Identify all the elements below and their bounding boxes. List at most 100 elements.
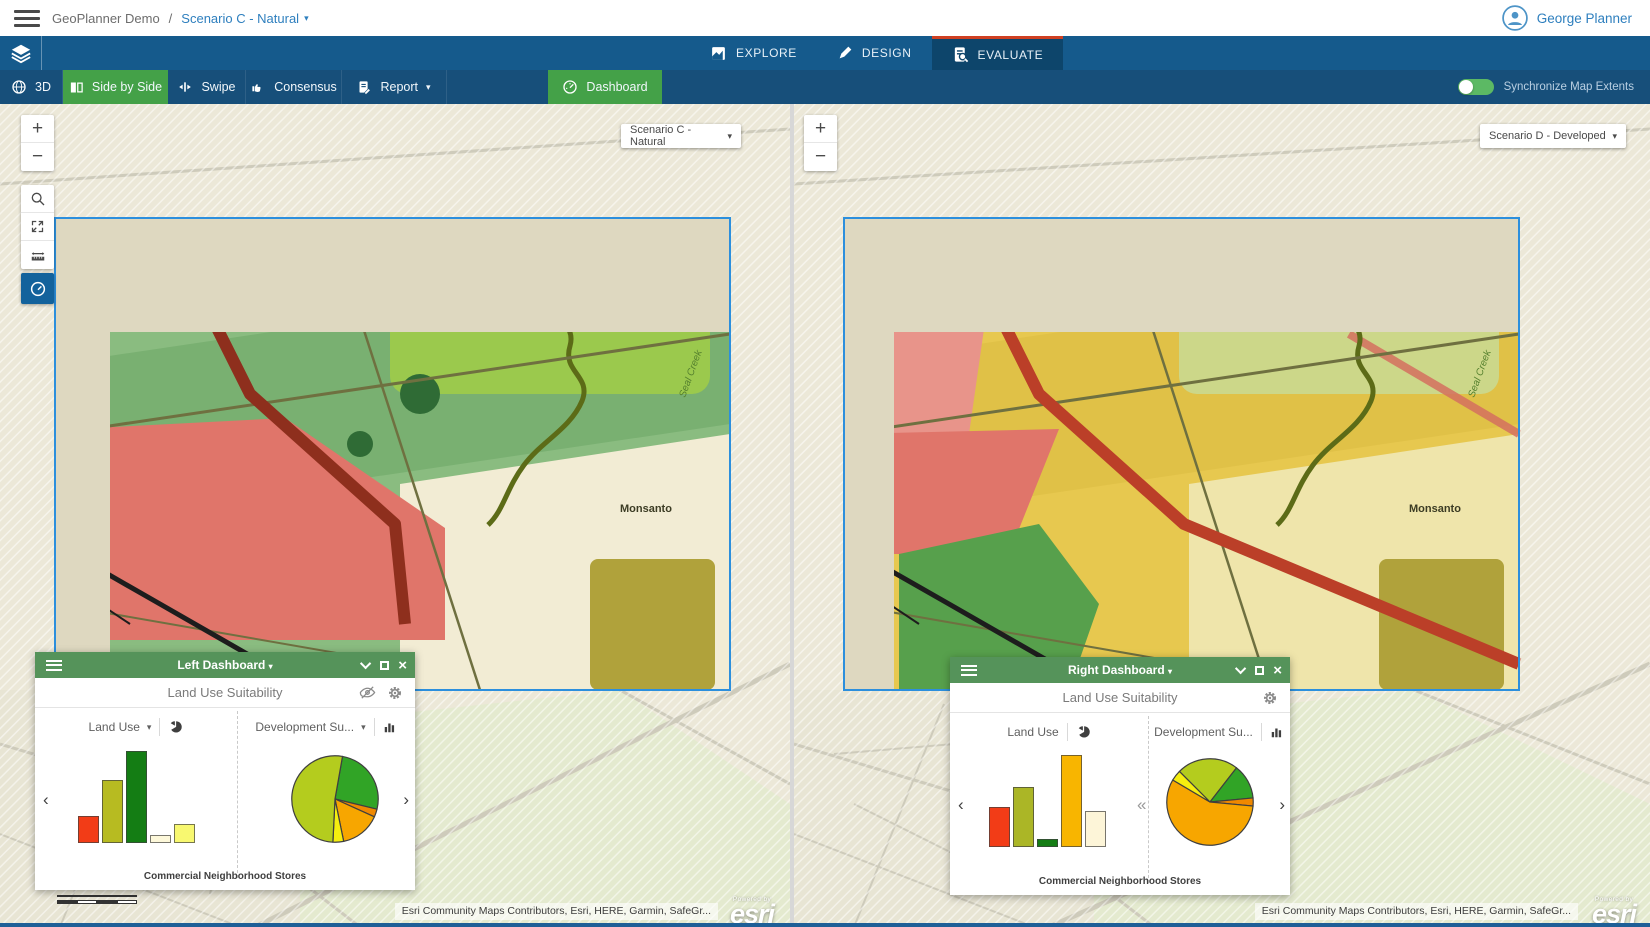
dashboard-toggle-button[interactable] [21,273,54,304]
sync-extents-label: Synchronize Map Extents [1504,81,1634,93]
map-tools-left [21,185,54,269]
magnifier-icon [30,191,46,207]
dashboard-gauge-icon [562,79,578,95]
chart-footer-label: Commercial Neighborhood Stores [950,876,1290,887]
land-use-select-area: Land Use [950,718,1148,746]
zoom-in-button[interactable]: + [21,115,54,143]
widget-title: Land Use Suitability [168,685,283,700]
3d-button[interactable]: 3D [0,70,63,104]
caret-down-icon: ▾ [361,723,366,732]
hamburger-menu-icon[interactable] [14,10,40,27]
maximize-icon[interactable] [1255,666,1264,675]
widget-title-row: Land Use Suitability [950,683,1290,713]
caret-down-icon: ▾ [1612,132,1617,141]
user-menu[interactable]: George Planner [1502,5,1632,31]
breadcrumb-app-name[interactable]: GeoPlanner Demo [52,11,160,26]
dev-suitability-select[interactable]: Development Su... [1154,725,1253,739]
bar-chart-icon[interactable] [1270,725,1284,739]
toolbar-spacer [447,70,548,104]
full-extent-button[interactable] [21,213,54,241]
layers-icon [10,42,32,64]
caret-down-icon: ▾ [1168,667,1172,676]
suitability-pie-chart [288,752,382,846]
close-icon[interactable]: × [398,658,407,673]
design-pencil-icon [837,45,853,61]
maximize-icon[interactable] [380,661,389,670]
bottom-accent-strip [0,923,1650,927]
chart-footer-label: Commercial Neighborhood Stores [35,871,415,882]
scale-bar [57,895,137,904]
sync-extents-control: Synchronize Map Extents [1458,70,1634,104]
zoom-out-button[interactable]: − [21,143,54,171]
next-chart-chevron[interactable]: › [1279,796,1285,813]
swipe-icon [177,80,193,94]
caret-down-icon: ▾ [269,662,273,671]
land-use-select-area: Land Use ▾ [35,713,237,741]
evaluate-toolbar: 3D Side by Side Swipe Consensus [0,70,1650,104]
prev-chart-chevron[interactable]: ‹ [43,791,49,808]
dev-suitability-select[interactable]: Development Su... ▾ [255,720,365,734]
swipe-button[interactable]: Swipe [168,70,246,104]
swipe-label: Swipe [201,80,235,94]
dashboard-label: Dashboard [586,80,647,94]
map-attribution-right: Esri Community Maps Contributors, Esri, … [1255,903,1578,920]
tab-explore[interactable]: EXPLORE [690,36,817,70]
report-caret-icon: ▾ [426,83,431,92]
zoom-out-button[interactable]: − [804,143,837,171]
tab-design[interactable]: DESIGN [817,36,932,70]
dashboard-gauge-icon [29,280,47,298]
measure-button[interactable] [21,241,54,269]
pie-chart-icon[interactable] [168,720,183,735]
pie-chart-icon[interactable] [1076,725,1091,740]
left-dashboard-header[interactable]: Left Dashboard ▾ × [35,652,415,678]
scenario-selector-left[interactable]: Scenario C - Natural ▾ [621,124,741,148]
next-chart-chevron[interactable]: › [403,791,409,808]
left-dashboard-body: Land Use ▾ Development Su... ▾ [35,709,415,890]
report-icon [357,79,372,95]
layers-panel-button[interactable] [0,36,42,70]
dashboard-button[interactable]: Dashboard [548,70,662,104]
caret-down-icon: ▾ [304,14,309,23]
left-dashboard-title[interactable]: Left Dashboard ▾ [35,658,415,672]
zoom-control-right: + − [804,115,837,171]
land-use-select[interactable]: Land Use [1007,725,1058,739]
svg-text:Monsanto: Monsanto [1409,503,1461,515]
explore-icon [710,45,727,62]
scenario-selector-right-label: Scenario D - Developed [1489,130,1606,142]
eye-slash-icon[interactable] [359,684,376,701]
widget-title: Land Use Suitability [1063,690,1178,705]
collapse-panel-chevron[interactable]: « [1137,796,1146,813]
bar-chart-icon[interactable] [383,720,397,734]
consensus-button[interactable]: Consensus [246,70,342,104]
consensus-thumbs-icon [250,80,266,95]
consensus-label: Consensus [274,80,337,94]
side-by-side-icon [69,80,84,95]
left-dashboard-window[interactable]: Left Dashboard ▾ × Land Use Suitability [35,652,415,890]
zoom-in-button[interactable]: + [804,115,837,143]
sync-extents-toggle[interactable] [1458,79,1494,95]
map-attribution-left: Esri Community Maps Contributors, Esri, … [395,903,718,920]
breadcrumb-scenario-dropdown[interactable]: Scenario C - Natural ▾ [181,11,308,26]
land-use-bar-chart [78,751,195,843]
close-icon[interactable]: × [1273,663,1282,678]
3d-button-label: 3D [35,80,51,94]
right-dashboard-body: Land Use Development Su... ‹ « › [950,714,1290,895]
scenario-selector-right[interactable]: Scenario D - Developed ▾ [1480,124,1626,148]
report-button[interactable]: Report ▾ [342,70,447,104]
right-dashboard-header[interactable]: Right Dashboard ▾ × [950,657,1290,683]
dev-suitability-select-area: Development Su... [1148,718,1290,746]
side-by-side-label: Side by Side [92,80,162,94]
gear-icon[interactable] [1262,690,1278,706]
right-dashboard-window[interactable]: Right Dashboard ▾ × Land Use Suitability [950,657,1290,895]
report-label: Report [380,80,418,94]
prev-chart-chevron[interactable]: ‹ [958,796,964,813]
gear-icon[interactable] [387,685,403,701]
measure-ruler-icon [30,248,46,263]
esri-logo-left: Powered by esri [720,896,784,925]
land-use-select[interactable]: Land Use ▾ [89,720,152,734]
tab-evaluate[interactable]: EVALUATE [932,36,1064,70]
side-by-side-button[interactable]: Side by Side [63,70,168,104]
expand-arrows-icon [30,219,45,234]
mode-tabs: EXPLORE DESIGN EVALUATE [690,36,1063,70]
search-magnifier-button[interactable] [21,185,54,213]
